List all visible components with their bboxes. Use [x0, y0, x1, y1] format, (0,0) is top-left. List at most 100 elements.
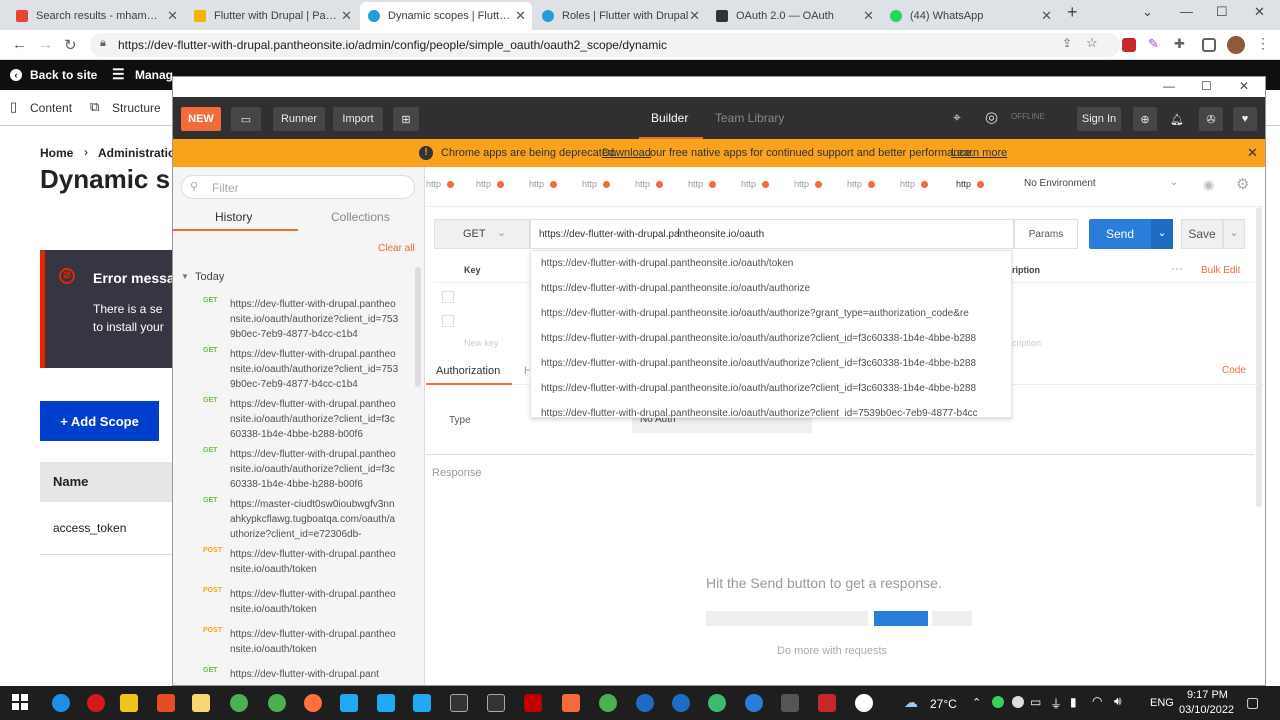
- language-indicator[interactable]: ENG: [1150, 697, 1174, 709]
- interceptor-icon[interactable]: ⌖: [953, 109, 961, 126]
- browser-tab[interactable]: OAuth 2.0 — OAuth ✕: [708, 2, 880, 30]
- app-icon[interactable]: [818, 694, 836, 712]
- firefox-icon[interactable]: [304, 694, 322, 712]
- minimize-button[interactable]: —: [1180, 4, 1193, 19]
- do-more-link[interactable]: Do more with requests: [777, 645, 887, 657]
- tray-app-icon[interactable]: [1012, 696, 1024, 708]
- environment-select[interactable]: No Environment ⌄: [1016, 173, 1186, 197]
- pen-extension-icon[interactable]: ✎: [1148, 36, 1162, 51]
- battery-icon[interactable]: ▮: [1070, 695, 1077, 709]
- forward-icon[interactable]: →: [38, 36, 53, 53]
- puzzle-extensions-icon[interactable]: ✚: [1174, 36, 1188, 51]
- browser-tab[interactable]: Search results - mhammad... ✕: [8, 2, 184, 30]
- calculator-icon[interactable]: [781, 694, 799, 712]
- terminal-icon[interactable]: [450, 694, 468, 712]
- content-link[interactable]: Content: [30, 101, 72, 115]
- browser-tab[interactable]: Flutter with Drupal | Panthe ✕: [186, 2, 358, 30]
- maximize-button[interactable]: ☐: [1201, 79, 1212, 93]
- column-header-name[interactable]: Name: [53, 474, 88, 489]
- sign-in-button[interactable]: Sign In: [1077, 107, 1121, 131]
- chrome-icon[interactable]: [230, 694, 248, 712]
- close-icon[interactable]: ✕: [1041, 8, 1052, 24]
- request-tab[interactable]: http: [741, 179, 770, 189]
- request-tab[interactable]: http: [847, 179, 876, 189]
- send-button[interactable]: Send: [1089, 219, 1151, 249]
- history-item[interactable]: GET https://dev-flutter-with-drupal.panth…: [173, 389, 425, 440]
- history-item[interactable]: POST https://dev-flutter-with-drupal.pant…: [173, 539, 425, 579]
- clock-date[interactable]: 03/10/2022: [1179, 704, 1234, 716]
- eye-icon[interactable]: ◉: [1203, 177, 1214, 193]
- sidebar-toggle-icon[interactable]: ▭: [231, 107, 261, 131]
- filezilla-icon[interactable]: [524, 694, 542, 712]
- chevron-up-icon[interactable]: ⌃: [972, 696, 981, 709]
- tab-team-library[interactable]: Team Library: [715, 111, 784, 125]
- file-explorer-icon[interactable]: [120, 694, 138, 712]
- url-suggestion[interactable]: https://dev-flutter-with-drupal.pantheon…: [541, 251, 1011, 276]
- history-item[interactable]: GET https://dev-flutter-with-drupal.pant: [173, 659, 425, 685]
- url-suggestion[interactable]: https://dev-flutter-with-drupal.pantheon…: [541, 351, 1011, 376]
- vscode-icon[interactable]: [413, 694, 431, 712]
- minimize-button[interactable]: —: [1163, 79, 1175, 93]
- share-icon[interactable]: ⇪: [1062, 36, 1072, 50]
- scrollbar[interactable]: [1256, 207, 1262, 507]
- back-icon[interactable]: ←: [12, 36, 27, 53]
- wrench-icon[interactable]: ✇: [1199, 107, 1223, 131]
- browser-tab[interactable]: (44) WhatsApp ✕: [882, 2, 1058, 30]
- new-description-placeholder[interactable]: cription: [1012, 338, 1041, 348]
- opera-icon[interactable]: [87, 694, 105, 712]
- url-bar[interactable]: 🔒︎ https://dev-flutter-with-drupal.panth…: [90, 33, 1120, 57]
- notes-icon[interactable]: [192, 694, 210, 712]
- postman-icon[interactable]: [562, 694, 580, 712]
- avatar[interactable]: [1227, 36, 1245, 54]
- tab-authorization[interactable]: Authorization: [436, 365, 500, 377]
- notification-icon[interactable]: ▢: [1246, 694, 1259, 711]
- vscode-icon[interactable]: [340, 694, 358, 712]
- method-select[interactable]: GET ⌄: [434, 219, 530, 249]
- add-scope-button[interactable]: + Add Scope: [40, 401, 159, 441]
- save-options-chevron-icon[interactable]: ⌄: [1223, 219, 1245, 249]
- request-tab[interactable]: http: [900, 179, 929, 189]
- breadcrumb-administration[interactable]: Administration: [98, 146, 183, 160]
- github-icon[interactable]: [855, 694, 873, 712]
- row-checkbox[interactable]: [442, 291, 454, 303]
- request-tab[interactable]: http: [529, 179, 558, 189]
- url-suggestion[interactable]: https://dev-flutter-with-drupal.pantheon…: [541, 401, 1011, 417]
- chrome-icon[interactable]: [599, 694, 617, 712]
- heart-icon[interactable]: ♥: [1233, 107, 1257, 131]
- bell-icon[interactable]: 🔔︎: [1167, 107, 1187, 131]
- terminal-icon[interactable]: [487, 694, 505, 712]
- row-checkbox[interactable]: [442, 315, 454, 327]
- history-item[interactable]: POST https://dev-flutter-with-drupal.pant…: [173, 579, 425, 619]
- save-button[interactable]: Save: [1181, 219, 1223, 249]
- back-to-site-link[interactable]: Back to site: [30, 68, 97, 82]
- tray-app-icon[interactable]: [992, 696, 1004, 708]
- clock-time[interactable]: 9:17 PM: [1187, 689, 1228, 701]
- app-icon[interactable]: [672, 694, 690, 712]
- request-tab[interactable]: http: [476, 179, 505, 189]
- sidepanel-icon[interactable]: [1202, 38, 1216, 52]
- kebab-menu-icon[interactable]: ⋮: [1256, 35, 1270, 51]
- request-tab[interactable]: http: [582, 179, 611, 189]
- weather-temp[interactable]: 27°C: [930, 697, 957, 711]
- import-button[interactable]: Import: [333, 107, 383, 131]
- volume-icon[interactable]: 🔊︎: [1114, 694, 1122, 709]
- manage-menu[interactable]: Manag: [135, 68, 173, 82]
- browser-tab[interactable]: Roles | Flutter with Drupal ✕: [534, 2, 706, 30]
- url-input[interactable]: https://dev-flutter-with-drupal.pantheon…: [530, 219, 1014, 249]
- app-icon[interactable]: [636, 694, 654, 712]
- app-icon[interactable]: [745, 694, 763, 712]
- url-suggestion[interactable]: https://dev-flutter-with-drupal.pantheon…: [541, 301, 1011, 326]
- send-options-chevron-icon[interactable]: ⌄: [1151, 219, 1173, 249]
- breadcrumb-home[interactable]: Home: [40, 146, 73, 160]
- tray-app-icon[interactable]: ▭: [1030, 695, 1041, 709]
- chrome-icon[interactable]: [268, 694, 286, 712]
- history-item[interactable]: GET https://master-ciudt0sw0ioubwgfv3nnah…: [173, 489, 425, 540]
- filter-input[interactable]: ⚲ Filter: [181, 175, 415, 199]
- bulk-edit-link[interactable]: Bulk Edit: [1201, 265, 1240, 276]
- tab-builder[interactable]: Builder: [651, 111, 688, 125]
- history-item[interactable]: POST https://dev-flutter-with-drupal.pant…: [173, 619, 425, 659]
- sublime-icon[interactable]: [157, 694, 175, 712]
- app-icon[interactable]: [708, 694, 726, 712]
- request-tab-active[interactable]: http: [956, 179, 985, 189]
- close-window-button[interactable]: ✕: [1254, 4, 1265, 20]
